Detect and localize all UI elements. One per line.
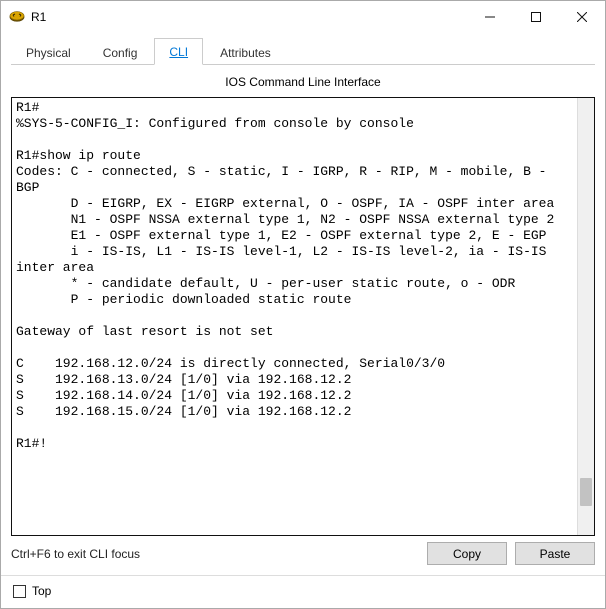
tab-physical[interactable]: Physical bbox=[11, 39, 86, 65]
divider bbox=[1, 575, 605, 576]
terminal-container: R1# %SYS-5-CONFIG_I: Configured from con… bbox=[11, 97, 595, 536]
copy-button[interactable]: Copy bbox=[427, 542, 507, 565]
scrollbar-thumb[interactable] bbox=[580, 478, 592, 506]
tab-cli[interactable]: CLI bbox=[154, 38, 203, 65]
tab-bar: Physical Config CLI Attributes bbox=[11, 37, 595, 65]
top-label: Top bbox=[32, 584, 51, 598]
window-title: R1 bbox=[31, 10, 46, 24]
window-controls bbox=[467, 1, 605, 33]
footer-row: Top bbox=[11, 582, 595, 602]
router-icon bbox=[9, 9, 25, 25]
cli-terminal[interactable]: R1# %SYS-5-CONFIG_I: Configured from con… bbox=[12, 98, 577, 535]
close-button[interactable] bbox=[559, 1, 605, 33]
tab-config[interactable]: Config bbox=[88, 39, 153, 65]
scrollbar-track[interactable] bbox=[577, 98, 594, 535]
top-checkbox[interactable] bbox=[13, 585, 26, 598]
focus-hint: Ctrl+F6 to exit CLI focus bbox=[11, 547, 419, 561]
terminal-footer-row: Ctrl+F6 to exit CLI focus Copy Paste bbox=[11, 542, 595, 565]
titlebar[interactable]: R1 bbox=[1, 1, 605, 33]
paste-button[interactable]: Paste bbox=[515, 542, 595, 565]
minimize-button[interactable] bbox=[467, 1, 513, 33]
tab-attributes[interactable]: Attributes bbox=[205, 39, 286, 65]
maximize-button[interactable] bbox=[513, 1, 559, 33]
panel-title: IOS Command Line Interface bbox=[11, 65, 595, 97]
app-window: R1 Physical Config CLI Attributes IOS Co… bbox=[0, 0, 606, 609]
content-area: Physical Config CLI Attributes IOS Comma… bbox=[1, 33, 605, 608]
